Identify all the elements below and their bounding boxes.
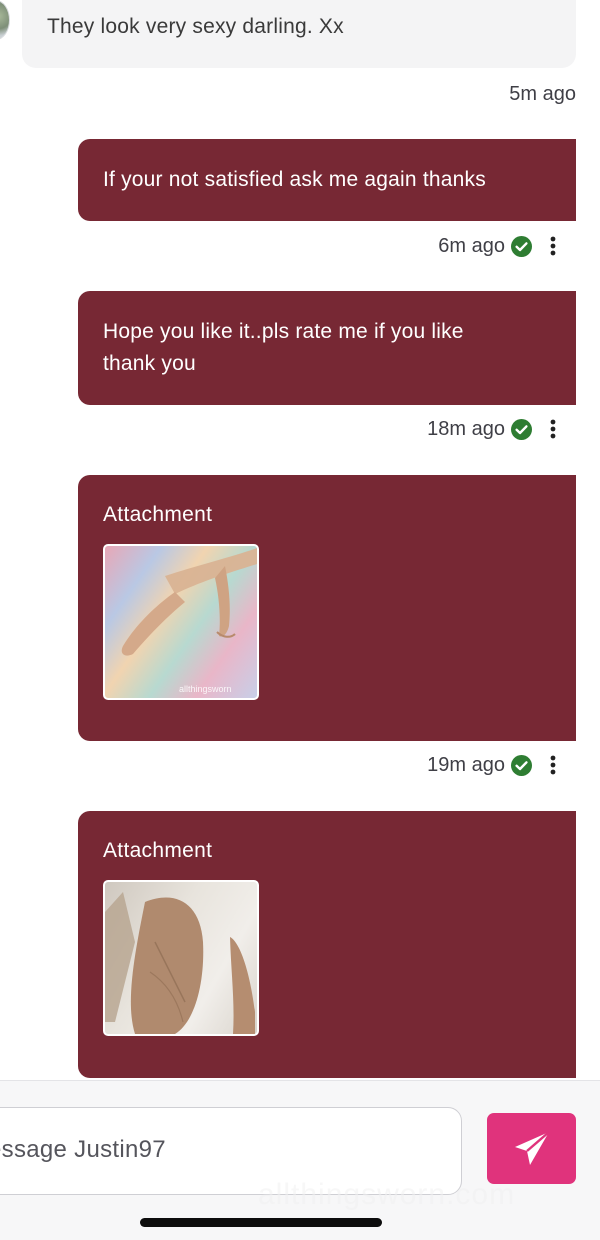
timestamp: 18m ago [427,417,505,440]
message-status-row: 6m ago [438,231,600,261]
attachment-thumbnail[interactable] [103,880,259,1036]
incoming-timestamp-row: 5m ago [509,79,600,109]
message-text: If your not satisfied ask me again thank… [103,168,486,191]
outgoing-message-bubble: Hope you like it..pls rate me if you lik… [78,291,576,405]
sender-avatar[interactable] [0,0,10,40]
paper-plane-icon [513,1130,551,1167]
message-text-line-2: thank you [103,352,196,375]
attachment-label: Attachment [103,839,213,862]
svg-text:allthingsworn: allthingsworn [179,684,232,694]
message-status-row: 18m ago [427,414,600,444]
check-circle-icon [511,235,532,257]
message-text-line-1: Hope you like it..pls rate me if you lik… [103,320,464,343]
more-vertical-icon[interactable] [542,233,564,259]
attachment-thumbnail[interactable]: allthingsworn [103,544,259,700]
chat-screen: They look very sexy darling. Xx 5m ago I… [0,0,600,1240]
message-input-placeholder: essage Justin97 [0,1136,166,1163]
more-vertical-icon[interactable] [542,752,564,778]
watermark: allthingsworn.com [258,1178,516,1211]
incoming-message-text: They look very sexy darling. Xx [47,15,344,38]
check-circle-icon [511,418,532,440]
message-status-row: 19m ago [427,750,600,780]
outgoing-message-bubble: If your not satisfied ask me again thank… [78,139,576,221]
timestamp: 19m ago [427,753,505,776]
send-button[interactable] [487,1113,576,1184]
timestamp: 6m ago [438,234,505,257]
outgoing-attachment-bubble: Attachment allthingsworn [78,475,576,741]
check-circle-icon [511,754,532,776]
home-indicator [140,1218,382,1227]
outgoing-attachment-bubble: Attachment [78,811,576,1078]
attachment-label: Attachment [103,503,213,526]
timestamp: 5m ago [509,82,576,105]
more-vertical-icon[interactable] [542,416,564,442]
